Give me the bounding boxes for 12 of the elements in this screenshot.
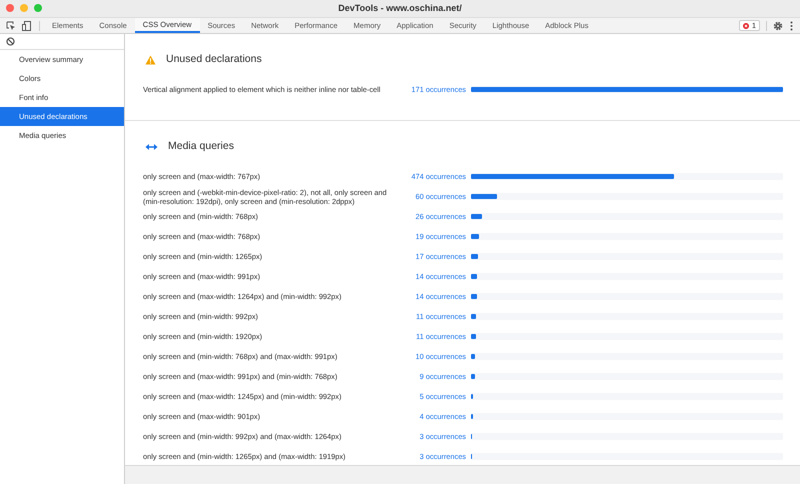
device-icon[interactable] bbox=[22, 20, 31, 30]
window-title: DevTools - www.oschina.net/ bbox=[338, 2, 462, 15]
close-window-button[interactable] bbox=[6, 4, 14, 12]
section-title: Media queries bbox=[168, 138, 234, 154]
more-menu-icon[interactable] bbox=[790, 20, 793, 30]
double-arrow-icon bbox=[145, 142, 158, 151]
inspect-icon[interactable] bbox=[6, 20, 16, 30]
section-title: Unused declarations bbox=[166, 52, 262, 67]
warning-icon bbox=[145, 54, 156, 65]
settings-icon[interactable] bbox=[773, 20, 783, 30]
clear-icon[interactable] bbox=[6, 37, 15, 46]
error-icon bbox=[742, 22, 749, 28]
